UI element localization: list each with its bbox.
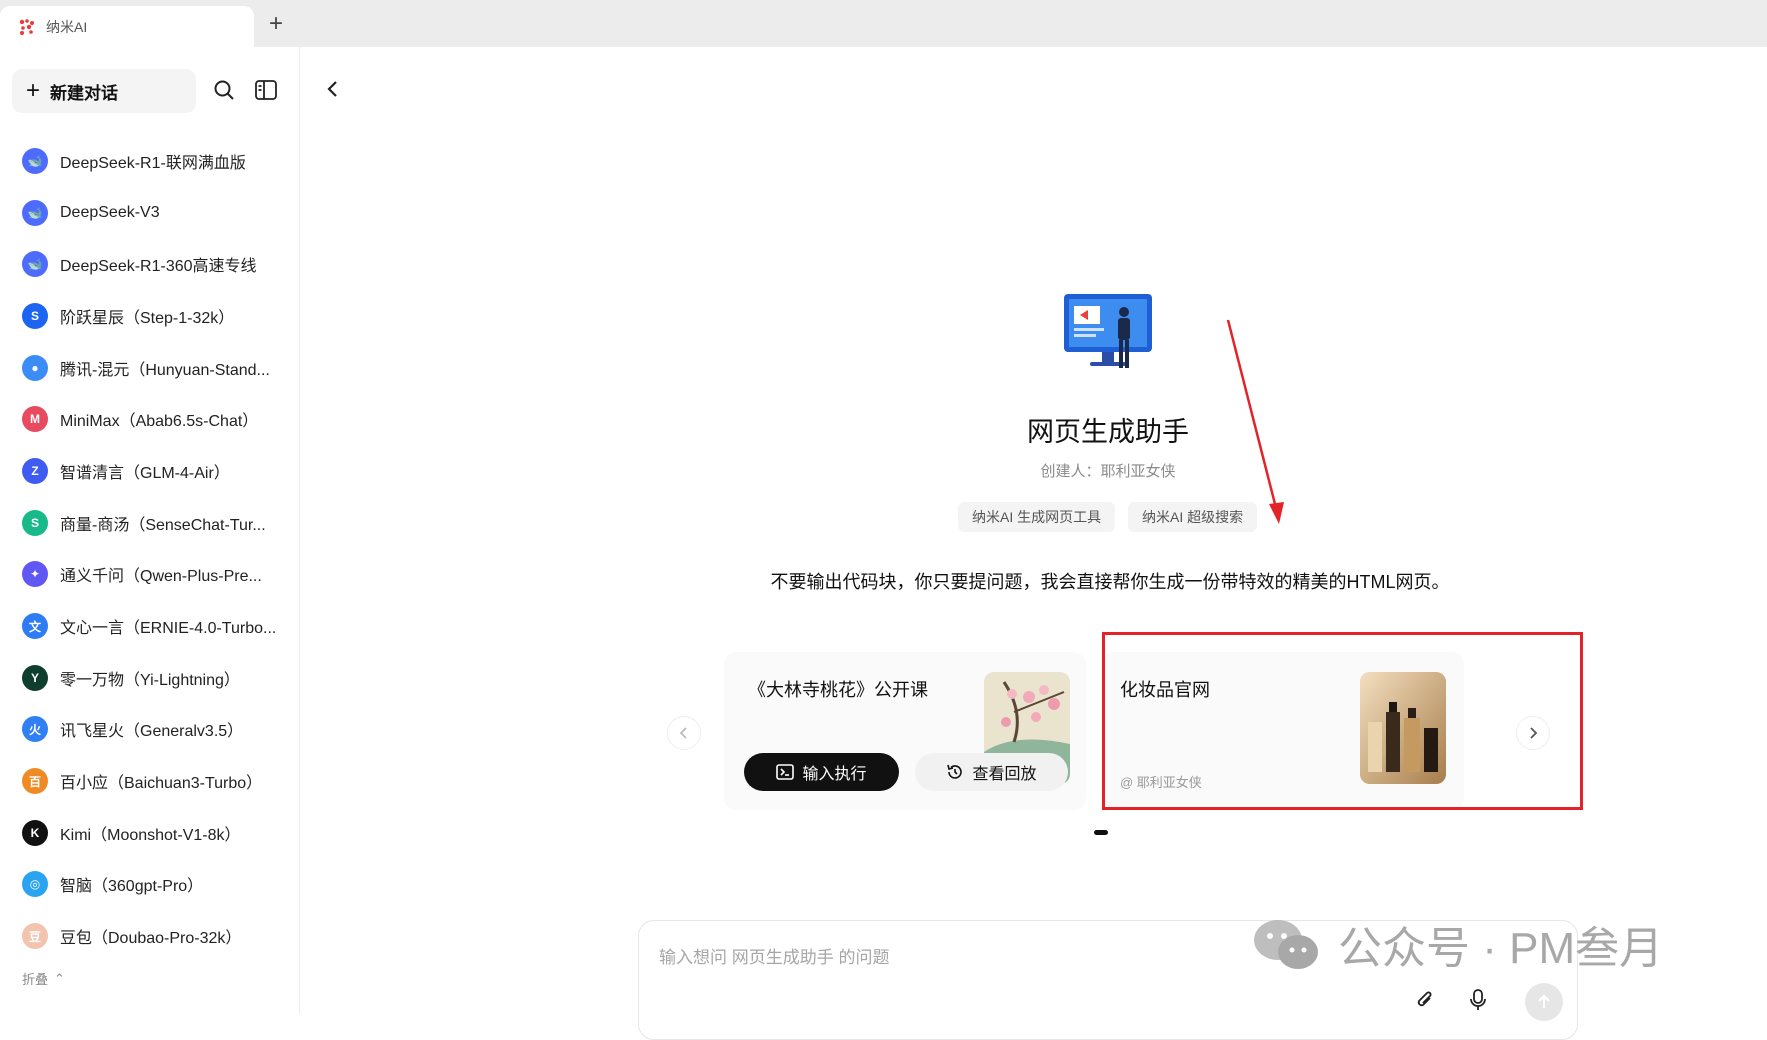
sidebar-model-item[interactable]: 百百小应（Baichuan3-Turbo） — [0, 755, 299, 807]
voice-button[interactable] — [1465, 987, 1491, 1013]
sidebar-model-item[interactable]: 文文心一言（ERNIE-4.0-Turbo... — [0, 600, 299, 652]
sidebar-model-item[interactable]: 豆豆包（Doubao-Pro-32k） — [0, 910, 299, 962]
fold-button[interactable]: 折叠 ⌃ — [22, 969, 65, 988]
arrow-up-icon — [1538, 994, 1550, 1008]
card-title: 《大林寺桃花》公开课 — [748, 680, 928, 700]
zhipu-icon: Z — [22, 457, 48, 484]
assistant-description: 不要输出代码块，你只要提问题，我会直接帮你生成一份带特效的精美的HTML网页。 — [770, 572, 1450, 592]
baichuan-icon: 百 — [22, 768, 48, 795]
minimax-icon: M — [22, 406, 48, 433]
back-button[interactable] — [320, 76, 346, 102]
wechat-icon — [1254, 920, 1318, 969]
sidebar-panel-icon — [255, 80, 277, 100]
sidebar-model-label: 智脑（360gpt-Pro） — [60, 878, 204, 896]
sidebar-model-label: Kimi（Moonshot-V1-8k） — [60, 826, 241, 844]
sidebar: + 新建对话 🐋 DeepSeek-R1-联网满血版 🐋 DeepSeek-V3 🐋 De… — [0, 47, 300, 1014]
deepseek-whale-icon: 🐋 — [22, 199, 48, 226]
sidebar-model-item[interactable]: K Kimi（Moonshot-V1-8k） — [0, 807, 299, 859]
deepseek-whale-icon: 🐋 — [22, 147, 48, 174]
send-button[interactable] — [1525, 983, 1563, 1021]
new-chat-label: 新建对话 — [50, 83, 119, 103]
view-replay-label: 查看回放 — [972, 766, 1037, 783]
search-icon — [214, 80, 234, 100]
carousel-indicator[interactable] — [1094, 830, 1108, 835]
paperclip-icon — [1417, 991, 1432, 1007]
ernie-icon: 文 — [22, 613, 48, 640]
search-button[interactable] — [211, 77, 237, 103]
sidebar-model-item[interactable]: 🐋 DeepSeek-V3 — [0, 187, 299, 239]
chevron-up-icon: ⌃ — [54, 970, 65, 986]
sidebar-model-item[interactable]: S 阶跃星辰（Step-1-32k） — [0, 290, 299, 342]
kimi-icon: K — [22, 819, 48, 846]
sidebar-model-item[interactable]: 🐋 DeepSeek-R1-联网满血版 — [0, 135, 299, 187]
run-input-button[interactable]: 输入执行 — [744, 753, 899, 791]
microphone-icon — [1470, 989, 1486, 1010]
sidebar-model-label: DeepSeek-R1-360高速专线 — [60, 258, 257, 276]
annotation-arrow-icon — [1226, 319, 1284, 524]
sidebar-model-label: 豆包（Doubao-Pro-32k） — [60, 930, 242, 948]
replay-icon — [947, 764, 963, 779]
highlight-box — [1102, 632, 1583, 810]
attach-button[interactable] — [1412, 987, 1438, 1013]
spark-icon: 火 — [22, 716, 48, 743]
zhinao-icon: ◎ — [22, 871, 48, 898]
sidebar-model-label: MiniMax（Abab6.5s-Chat） — [60, 413, 259, 431]
qwen-icon: ✦ — [22, 561, 48, 588]
model-list: 🐋 DeepSeek-R1-联网满血版 🐋 DeepSeek-V3 🐋 DeepSeek-… — [0, 135, 299, 962]
fold-label: 折叠 — [22, 972, 49, 987]
sidebar-model-item[interactable]: ● 腾讯-混元（Hunyuan-Stand... — [0, 342, 299, 394]
sensetime-icon: S — [22, 509, 48, 536]
chat-input-placeholder: 输入想问 网页生成助手 的问题 — [659, 948, 890, 967]
hunyuan-icon: ● — [22, 354, 48, 381]
deepseek-whale-icon: 🐋 — [22, 251, 48, 278]
run-input-label: 输入执行 — [802, 766, 867, 783]
sidebar-model-label: 零一万物（Yi-Lightning） — [60, 671, 240, 689]
sidebar-model-label: 通义千问（Qwen-Plus-Pre... — [60, 568, 262, 586]
webpage-assistant-icon — [1064, 294, 1152, 368]
sidebar-model-item[interactable]: Y 零一万物（Yi-Lightning） — [0, 652, 299, 704]
view-replay-button[interactable]: 查看回放 — [915, 753, 1068, 791]
sidebar-model-item[interactable]: 🐋 DeepSeek-R1-360高速专线 — [0, 238, 299, 290]
browser-tab-bar: 纳米AI + — [0, 0, 1767, 47]
terminal-icon — [776, 764, 795, 780]
sidebar-model-item[interactable]: Z 智谱清言（GLM-4-Air） — [0, 445, 299, 497]
browser-tab[interactable]: 纳米AI — [0, 6, 254, 47]
new-chat-button[interactable]: + 新建对话 — [12, 69, 196, 113]
toggle-sidebar-button[interactable] — [253, 77, 279, 103]
sidebar-model-label: 腾讯-混元（Hunyuan-Stand... — [60, 361, 270, 379]
new-tab-button[interactable]: + — [264, 12, 288, 36]
sidebar-model-label: 阶跃星辰（Step-1-32k） — [60, 309, 235, 327]
stepfun-icon: S — [22, 302, 48, 329]
sidebar-model-label: 讯飞星火（Generalv3.5） — [60, 723, 244, 741]
sidebar-model-item[interactable]: ◎ 智脑（360gpt-Pro） — [0, 859, 299, 911]
chevron-left-icon — [327, 81, 337, 97]
sidebar-model-label: 百小应（Baichuan3-Turbo） — [60, 775, 263, 793]
sidebar-model-item[interactable]: M MiniMax（Abab6.5s-Chat） — [0, 393, 299, 445]
sidebar-model-label: DeepSeek-V3 — [60, 203, 160, 221]
sidebar-model-item[interactable]: S 商量-商汤（SenseChat-Tur... — [0, 497, 299, 549]
carousel-prev-button[interactable] — [667, 716, 701, 750]
sidebar-model-label: 商量-商汤（SenseChat-Tur... — [60, 516, 266, 534]
sidebar-model-item[interactable]: 火讯飞星火（Generalv3.5） — [0, 704, 299, 756]
plus-icon: + — [26, 77, 41, 104]
watermark: 公众号 · PM叁月 — [1252, 912, 1663, 976]
doubao-icon: 豆 — [22, 923, 48, 950]
sidebar-model-label: 智谱清言（GLM-4-Air） — [60, 464, 230, 482]
tag-web-tool[interactable]: 纳米AI 生成网页工具 — [958, 502, 1116, 532]
sidebar-model-label: DeepSeek-R1-联网满血版 — [60, 154, 246, 172]
tab-title: 纳米AI — [46, 18, 88, 35]
watermark-text: 公众号 · PM叁月 — [1338, 924, 1664, 973]
sidebar-model-item[interactable]: ✦ 通义千问（Qwen-Plus-Pre... — [0, 549, 299, 601]
yi-icon: Y — [22, 664, 48, 691]
nami-logo-icon — [19, 18, 34, 35]
chevron-left-icon — [679, 727, 687, 739]
sidebar-model-label: 文心一言（ERNIE-4.0-Turbo... — [60, 620, 277, 638]
